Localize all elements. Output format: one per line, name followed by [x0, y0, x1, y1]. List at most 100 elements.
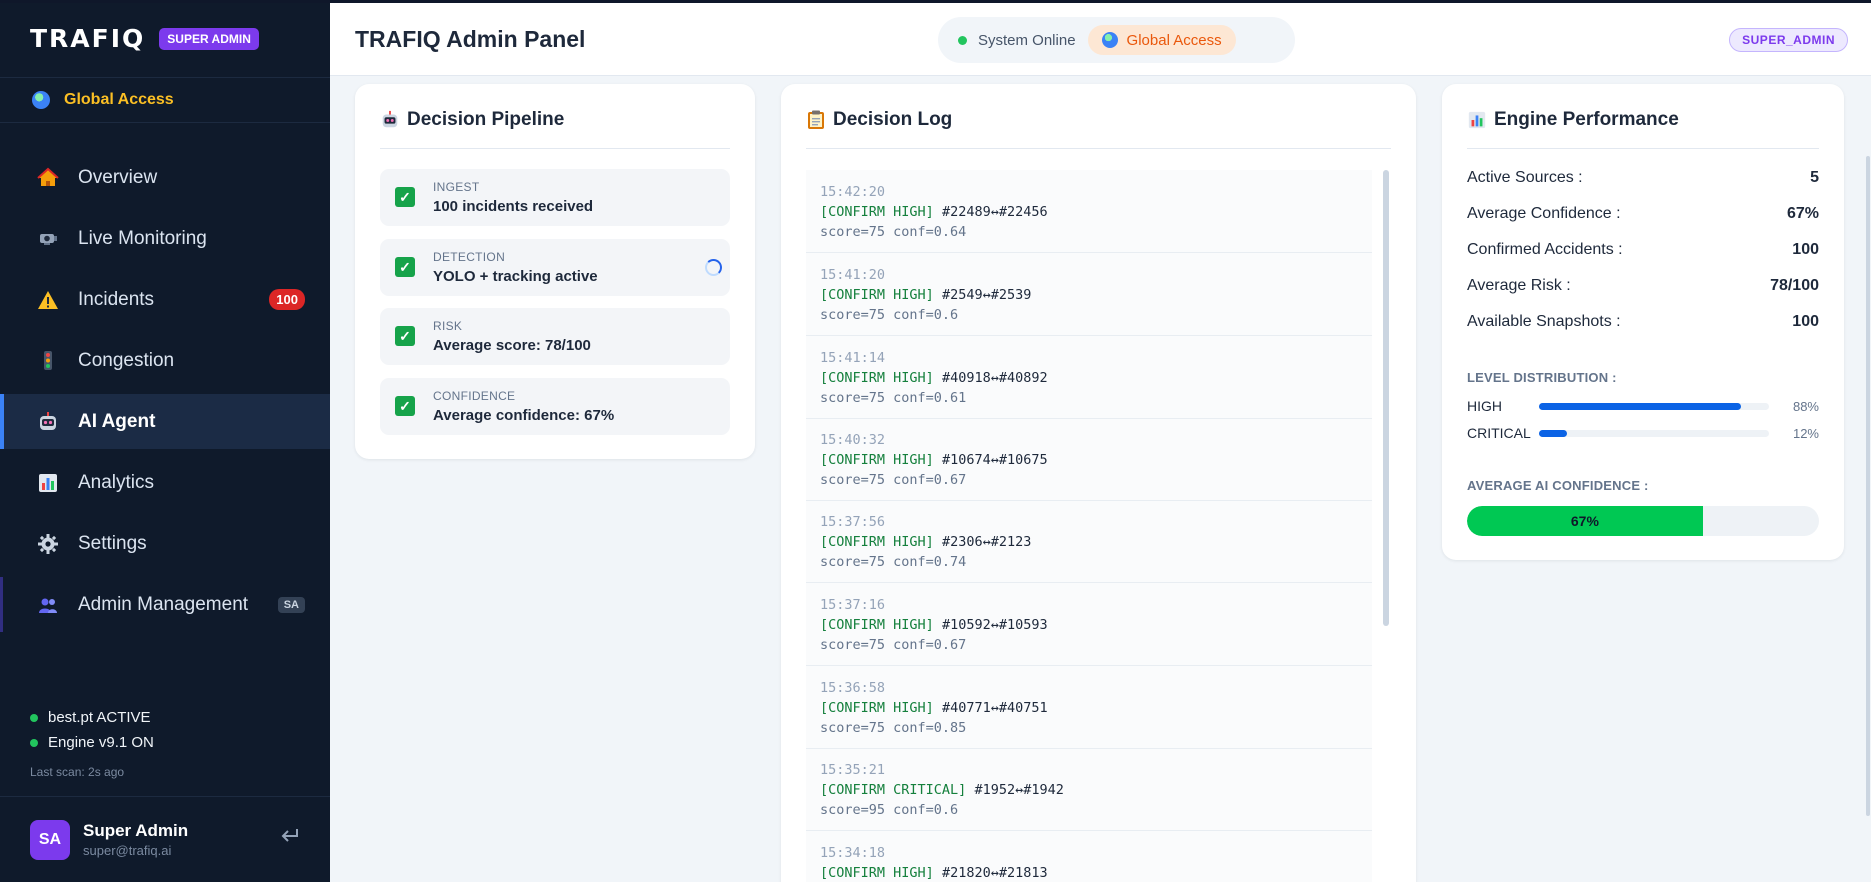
- log-entry: 15:40:32 [CONFIRM HIGH] #10674↔#10675 sc…: [806, 418, 1372, 501]
- clipboard-icon: [806, 110, 826, 130]
- level-bar-fill: [1539, 429, 1567, 437]
- step-label: DETECTION: [433, 250, 506, 264]
- log-ids: #1952↔#1942: [974, 782, 1064, 798]
- log-ids: #2549↔#2539: [941, 287, 1032, 303]
- metric-active-sources: Active Sources : 5: [1467, 169, 1819, 191]
- ai-confidence-heading: AVERAGE AI CONFIDENCE :: [1467, 478, 1649, 493]
- metric-label: Confirmed Accidents :: [1467, 241, 1623, 258]
- metric-label: Average Confidence :: [1467, 205, 1621, 222]
- card-title: Decision Pipeline: [380, 109, 564, 131]
- decision-log-list[interactable]: 15:42:20 [CONFIRM HIGH] #22489↔#22456 sc…: [806, 170, 1372, 882]
- log-action: [CONFIRM HIGH] #40918↔#40892: [820, 370, 1048, 386]
- sidebar-item-overview[interactable]: Overview: [0, 150, 330, 205]
- log-scores: score=75 conf=0.6: [820, 307, 959, 323]
- sidebar-item-analytics[interactable]: Analytics: [0, 455, 330, 510]
- sidebar: TRAFIQ SUPER ADMIN Global Access Overvie…: [0, 0, 330, 882]
- sidebar-item-congestion[interactable]: Congestion: [0, 333, 330, 388]
- role-badge: SUPER ADMIN: [159, 27, 259, 50]
- level-row-high: HIGH 88%: [1467, 397, 1819, 415]
- log-entry: 15:41:14 [CONFIRM HIGH] #40918↔#40892 sc…: [806, 336, 1372, 419]
- user-profile: SA Super Admin super@trafiq.ai: [0, 796, 330, 882]
- engine-status-text: Engine v9.1 ON: [48, 734, 154, 751]
- level-bar-track: [1539, 429, 1769, 437]
- log-time: 15:37:16: [820, 597, 886, 613]
- pipeline-title: Decision Pipeline: [407, 109, 565, 130]
- log-action-tag: [CONFIRM HIGH]: [820, 865, 934, 881]
- pipeline-step-ingest: ✓ INGEST 100 incidents received: [380, 169, 730, 226]
- step-text: YOLO + tracking active: [433, 268, 598, 285]
- sidebar-item-settings[interactable]: Settings: [0, 516, 330, 571]
- header-status-pills: System Online Global Access: [938, 17, 1295, 63]
- log-scrollbar[interactable]: [1383, 170, 1389, 626]
- log-action-tag: [CONFIRM HIGH]: [820, 287, 934, 303]
- user-info: Super Admin super@trafiq.ai: [83, 821, 188, 858]
- level-distribution-heading: LEVEL DISTRIBUTION :: [1467, 370, 1617, 385]
- sidebar-item-label: Live Monitoring: [78, 227, 207, 249]
- status-dot: [30, 713, 38, 722]
- log-ids: #2306↔#2123: [941, 534, 1032, 550]
- access-pill-text: Global Access: [1126, 31, 1222, 49]
- checkmark-icon: ✓: [395, 187, 415, 207]
- step-label: INGEST: [433, 180, 480, 194]
- metric-confirmed-accidents: Confirmed Accidents : 100: [1467, 241, 1819, 263]
- status-dot: [30, 738, 38, 747]
- users-icon: [36, 593, 60, 617]
- top-header: TRAFIQ Admin Panel System Online Global …: [330, 3, 1871, 76]
- system-status: System Online: [946, 32, 1088, 49]
- sidebar-item-ai-agent[interactable]: AI Agent: [0, 394, 330, 449]
- step-text: 100 incidents received: [433, 198, 594, 215]
- log-entry: 15:37:56 [CONFIRM HIGH] #2306↔#2123 scor…: [806, 500, 1372, 583]
- page-scrollbar[interactable]: [1865, 76, 1871, 882]
- engine-version-status: Engine v9.1 ON: [30, 730, 154, 755]
- performance-title: Engine Performance: [1494, 109, 1679, 130]
- log-action-tag: [CONFIRM HIGH]: [820, 617, 934, 633]
- step-text: Average confidence: 67%: [433, 407, 615, 424]
- sidebar-item-label: Congestion: [78, 349, 175, 371]
- log-action-tag: [CONFIRM HIGH]: [820, 370, 934, 386]
- avatar[interactable]: SA: [30, 819, 70, 860]
- decision-pipeline-card: Decision Pipeline ✓ INGEST 100 incidents…: [355, 84, 755, 459]
- metric-value: 78/100: [1770, 277, 1819, 294]
- engine-status: best.pt ACTIVE Engine v9.1 ON Last scan:…: [30, 705, 154, 779]
- checkmark-icon: ✓: [395, 396, 415, 416]
- sidebar-item-live-monitoring[interactable]: Live Monitoring: [0, 211, 330, 266]
- decision-log-card: Decision Log 15:42:20 [CONFIRM HIGH] #22…: [781, 84, 1416, 882]
- metric-average-confidence: Average Confidence : 67%: [1467, 205, 1819, 227]
- log-action: [CONFIRM CRITICAL] #1952↔#1942: [820, 782, 1064, 798]
- metric-average-risk: Average Risk : 78/100: [1467, 277, 1819, 299]
- access-label: Global Access: [64, 91, 174, 108]
- last-scan: Last scan: 2s ago: [30, 765, 125, 779]
- system-status-text: System Online: [978, 31, 1076, 49]
- log-ids: #10592↔#10593: [941, 617, 1048, 633]
- card-title: Decision Log: [806, 109, 952, 131]
- traffic-light-icon: [36, 349, 60, 373]
- user-role-badge: SUPER_ADMIN: [1729, 28, 1848, 52]
- globe-icon: [1101, 32, 1118, 48]
- gear-icon: [36, 532, 60, 556]
- access-pill[interactable]: Global Access: [1087, 25, 1236, 55]
- sidebar-item-admin-management[interactable]: Admin Management SA: [0, 577, 330, 632]
- level-percent: 88%: [1792, 398, 1819, 414]
- page-scrollbar-thumb[interactable]: [1866, 156, 1870, 816]
- log-action-tag: [CONFIRM HIGH]: [820, 534, 934, 550]
- model-status: best.pt ACTIVE: [30, 705, 154, 730]
- metric-value: 100: [1792, 313, 1819, 330]
- admin-only-badge: SA: [277, 596, 305, 613]
- log-action: [CONFIRM HIGH] #2549↔#2539: [820, 287, 1031, 303]
- sidebar-item-incidents[interactable]: Incidents 100: [0, 272, 330, 327]
- log-entry: 15:42:20 [CONFIRM HIGH] #22489↔#22456 sc…: [806, 170, 1372, 253]
- sidebar-item-label: Settings: [78, 532, 147, 554]
- log-action-tag: [CONFIRM HIGH]: [820, 204, 934, 220]
- checkmark-icon: ✓: [395, 257, 415, 277]
- log-action: [CONFIRM HIGH] #40771↔#40751: [820, 700, 1048, 716]
- log-scores: score=95 conf=0.6: [820, 802, 959, 818]
- logout-icon[interactable]: [280, 825, 300, 851]
- divider: [1467, 148, 1819, 149]
- bar-chart-icon: [36, 471, 60, 495]
- bar-chart-icon: [1467, 110, 1487, 130]
- log-scores: score=75 conf=0.67: [820, 472, 967, 488]
- log-scores: score=75 conf=0.67: [820, 637, 967, 653]
- model-status-text: best.pt ACTIVE: [48, 709, 151, 726]
- log-time: 15:34:18: [820, 845, 886, 861]
- logo[interactable]: TRAFIQ: [30, 24, 145, 53]
